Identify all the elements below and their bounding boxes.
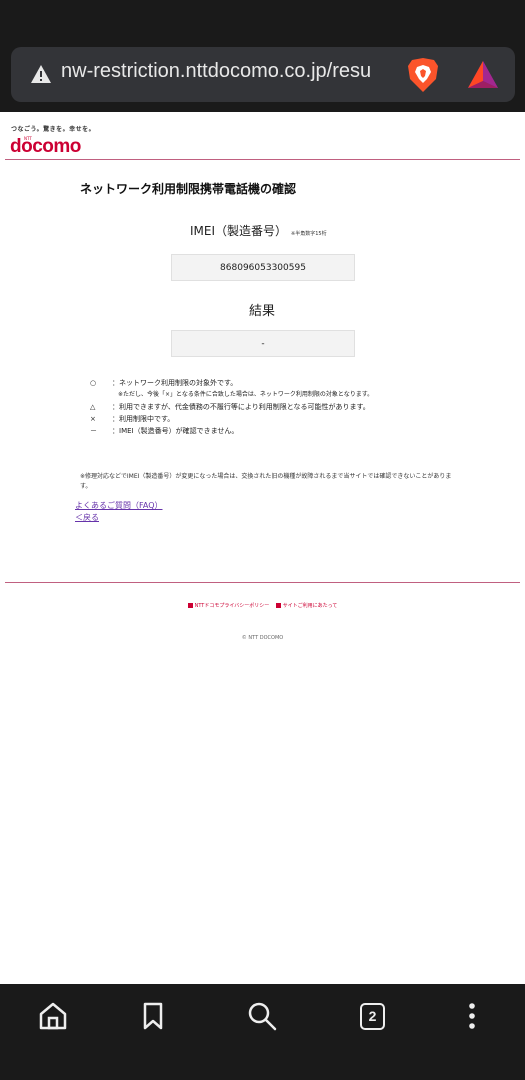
brand-tagline: つなごう。驚きを。幸せを。: [11, 126, 96, 133]
result-legend: ○ ：ネットワーク利用制限の対象外です。 ※ただし、今後「×」となる条件に合致した…: [90, 377, 470, 437]
browser-top-bar: nw-restriction.nttdocomo.co.jp/resu: [0, 0, 525, 112]
address-bar[interactable]: nw-restriction.nttdocomo.co.jp/resu: [11, 47, 515, 102]
legend-item: ○ ：ネットワーク利用制限の対象外です。: [90, 377, 470, 389]
search-icon[interactable]: [246, 1000, 278, 1032]
bookmark-icon[interactable]: [137, 1000, 169, 1032]
legend-text: ：ネットワーク利用制限の対象外です。: [112, 379, 238, 387]
browser-bottom-toolbar: 2: [0, 984, 525, 1080]
copyright: © NTT DOCOMO: [241, 635, 284, 641]
legend-text: ：利用制限中です。: [112, 415, 175, 423]
not-secure-warning-icon[interactable]: [30, 64, 52, 84]
imei-value-field: 868096053300595: [171, 254, 355, 281]
link-arrow-icon: [275, 603, 281, 608]
legend-text: ：IMEI（製造番号）が確認できません。: [112, 427, 239, 435]
docomo-logo[interactable]: docomo: [10, 136, 81, 158]
legend-symbol: ×: [90, 415, 96, 423]
url-text[interactable]: nw-restriction.nttdocomo.co.jp/resu: [61, 60, 409, 83]
link-arrow-icon: [187, 603, 193, 608]
footnote: ※修理対応などでIMEI（製造番号）が変更になった場合は、交換された旧の機種が故…: [80, 473, 452, 490]
legend-symbol: △: [90, 403, 96, 411]
legend-item: － ：IMEI（製造番号）が確認できません。: [90, 425, 470, 437]
logo-text: docomo: [10, 136, 81, 157]
legend-item: △ ：利用できますが、代金債務の不履行等により利用制限となる可能性があります。: [90, 401, 470, 413]
site-terms-link[interactable]: サイトご利用にあたって: [283, 603, 338, 609]
result-value-field: -: [171, 330, 355, 357]
brave-shields-icon[interactable]: [407, 57, 439, 93]
faq-link[interactable]: よくあるご質問（FAQ）: [75, 500, 163, 511]
legend-text: ※ただし、今後「×」となる条件に合致した場合は、ネットワーク利用制限の対象となり…: [118, 391, 374, 398]
imei-label-text: IMEI（製造番号）: [190, 224, 288, 238]
page-title: ネットワーク利用制限携帯電話機の確認: [80, 182, 297, 196]
header-divider: [5, 159, 520, 160]
legend-item: × ：利用制限中です。: [90, 413, 470, 425]
footer-divider: [5, 582, 520, 583]
back-link[interactable]: ＜戻る: [75, 512, 99, 523]
tabs-button[interactable]: 2: [360, 1003, 385, 1030]
footer-links: NTTドコモプライバシーポリシー サイトご利用にあたって: [0, 602, 525, 609]
web-page: つなごう。驚きを。幸せを。 docomo NTT ネットワーク利用制限携帯電話機…: [0, 112, 525, 984]
legend-symbol: －: [90, 427, 97, 435]
more-menu-icon[interactable]: [456, 1000, 488, 1032]
legend-text: ：利用できますが、代金債務の不履行等により利用制限となる可能性があります。: [112, 403, 370, 411]
imei-label: IMEI（製造番号） ※半角数字15桁: [190, 222, 327, 239]
brave-rewards-icon[interactable]: [466, 59, 500, 91]
logo-ntt-mark: NTT: [24, 136, 32, 141]
home-icon[interactable]: [37, 1000, 69, 1032]
imei-note: ※半角数字15桁: [291, 231, 327, 237]
legend-symbol: ○: [90, 379, 97, 387]
legend-subnote: ※ただし、今後「×」となる条件に合致した場合は、ネットワーク利用制限の対象となり…: [90, 389, 470, 401]
privacy-policy-link[interactable]: NTTドコモプライバシーポリシー: [195, 603, 270, 609]
result-label: 結果: [249, 304, 276, 319]
